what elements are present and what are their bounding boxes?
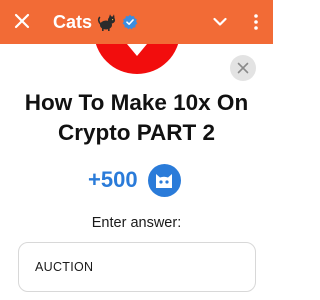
cat-coin-icon [147, 163, 181, 197]
dismiss-button[interactable] [230, 55, 256, 81]
app-title: Cats [53, 11, 93, 32]
header-title-group: Cats [53, 0, 138, 44]
cat-emoji-icon [97, 14, 116, 31]
expand-button[interactable] [210, 11, 230, 33]
verified-badge-icon [122, 14, 138, 30]
app-header: Cats [0, 0, 273, 44]
answer-field[interactable] [18, 242, 256, 292]
more-vert-icon [254, 14, 258, 30]
video-title: How To Make 10x On Crypto PART 2 [24, 90, 249, 145]
answer-prompt-label: Enter answer: [91, 215, 182, 231]
close-icon [237, 62, 249, 74]
play-icon [127, 44, 147, 56]
reward-amount: +500 [88, 167, 138, 192]
answer-input[interactable] [35, 260, 239, 274]
reward-row: +500 [88, 162, 181, 198]
chevron-down-icon [213, 17, 227, 26]
youtube-logo [94, 44, 180, 74]
more-options-button[interactable] [248, 11, 264, 33]
close-icon [14, 13, 30, 29]
close-button[interactable] [8, 6, 36, 36]
